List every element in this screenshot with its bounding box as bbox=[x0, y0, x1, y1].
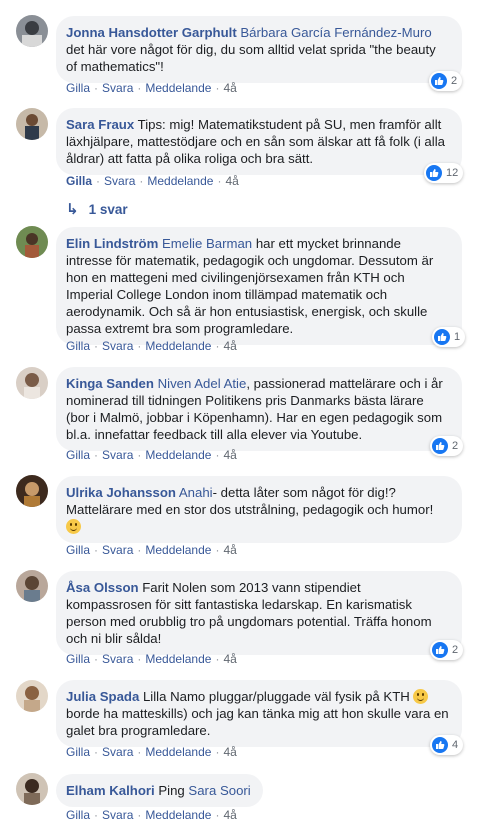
reaction-count[interactable]: 2 bbox=[429, 71, 463, 91]
reply-button[interactable]: Svara bbox=[102, 81, 133, 95]
comment-author[interactable]: Elin Lindström bbox=[66, 236, 158, 251]
comment-actions: Gilla · Svara · Meddelande · 4å bbox=[66, 81, 237, 95]
like-button[interactable]: Gilla bbox=[66, 652, 90, 666]
comment-bubble: Elin Lindström Emelie Barman har ett myc… bbox=[56, 227, 462, 345]
comment-bubble: Jonna Hansdotter Garphult Bárbara García… bbox=[56, 16, 462, 83]
like-reaction-icon bbox=[431, 73, 447, 89]
like-button[interactable]: Gilla bbox=[66, 174, 92, 188]
like-button[interactable]: Gilla bbox=[66, 339, 90, 353]
message-button[interactable]: Meddelande bbox=[145, 81, 211, 95]
view-replies-link[interactable]: ↳ 1 svar bbox=[66, 200, 128, 218]
comment-author[interactable]: Julia Spada bbox=[66, 689, 139, 704]
comment-author[interactable]: Ulrika Johansson bbox=[66, 485, 176, 500]
like-reaction-icon bbox=[432, 737, 448, 753]
avatar[interactable] bbox=[16, 367, 48, 399]
comment-actions: Gilla · Svara · Meddelande · 4å bbox=[66, 745, 237, 759]
comment-actions: Gilla · Svara · Meddelande · 4å bbox=[66, 652, 237, 666]
avatar[interactable] bbox=[16, 15, 48, 47]
comment-bubble: Julia Spada Lilla Namo pluggar/pluggade … bbox=[56, 680, 462, 747]
timestamp[interactable]: 4å bbox=[223, 652, 236, 666]
avatar[interactable] bbox=[16, 475, 48, 507]
like-button[interactable]: Gilla bbox=[66, 81, 90, 95]
avatar[interactable] bbox=[16, 108, 48, 140]
comment-bubble: Kinga Sanden Niven Adel Atie, passionera… bbox=[56, 367, 462, 451]
comment-actions: Gilla · Svara · Meddelande · 4å bbox=[66, 808, 237, 822]
message-button[interactable]: Meddelande bbox=[145, 448, 211, 462]
message-button[interactable]: Meddelande bbox=[145, 652, 211, 666]
timestamp[interactable]: 4å bbox=[223, 448, 236, 462]
comment-tag[interactable]: Emelie Barman bbox=[162, 236, 252, 251]
comment-bubble: Ulrika Johansson Anahi- detta låter som … bbox=[56, 476, 462, 543]
reply-button[interactable]: Svara bbox=[102, 652, 133, 666]
like-reaction-icon bbox=[426, 165, 442, 181]
comment-actions: Gilla · Svara · Meddelande · 4å bbox=[66, 448, 237, 462]
reply-button[interactable]: Svara bbox=[102, 808, 133, 822]
comment-text: det här vore något för dig, du som allti… bbox=[66, 42, 436, 74]
replies-label: 1 svar bbox=[88, 201, 128, 217]
avatar[interactable] bbox=[16, 570, 48, 602]
comment-author[interactable]: Kinga Sanden bbox=[66, 376, 154, 391]
like-button[interactable]: Gilla bbox=[66, 808, 90, 822]
comment-actions: Gilla · Svara · Meddelande · 4å bbox=[66, 339, 237, 353]
comment-tag[interactable]: Bárbara García Fernández-Muro bbox=[240, 25, 431, 40]
comment-bubble: Elham Kalhori Ping Sara Soori bbox=[56, 774, 263, 807]
avatar[interactable] bbox=[16, 226, 48, 258]
reaction-count[interactable]: 2 bbox=[430, 640, 464, 660]
reaction-count-value: 2 bbox=[452, 644, 459, 656]
comment-text: Ping bbox=[158, 783, 185, 798]
timestamp[interactable]: 4å bbox=[225, 174, 238, 188]
comment-tag[interactable]: Anahi bbox=[179, 485, 213, 500]
reply-button[interactable]: Svara bbox=[102, 339, 133, 353]
reply-button[interactable]: Svara bbox=[102, 448, 133, 462]
reaction-count-value: 4 bbox=[452, 739, 459, 751]
comment-author[interactable]: Sara Fraux bbox=[66, 117, 134, 132]
timestamp[interactable]: 4å bbox=[223, 543, 236, 557]
comment-bubble: Sara Fraux Tips: mig! Matematikstudent p… bbox=[56, 108, 462, 175]
comment-tag[interactable]: Niven Adel Atie bbox=[158, 376, 247, 391]
like-reaction-icon bbox=[432, 438, 448, 454]
reaction-count-value: 12 bbox=[446, 167, 459, 179]
comment-bubble: Åsa Olsson Farit Nolen som 2013 vann sti… bbox=[56, 571, 462, 655]
comment-author[interactable]: Jonna Hansdotter Garphult bbox=[66, 25, 237, 40]
comment-text-continued: borde ha matteskills) och jag kan tänka … bbox=[66, 706, 449, 738]
reply-button[interactable]: Svara bbox=[102, 745, 133, 759]
message-button[interactable]: Meddelande bbox=[145, 808, 211, 822]
like-reaction-icon bbox=[434, 329, 450, 345]
reaction-count-value: 1 bbox=[454, 331, 461, 343]
like-button[interactable]: Gilla bbox=[66, 745, 90, 759]
like-button[interactable]: Gilla bbox=[66, 543, 90, 557]
timestamp[interactable]: 4å bbox=[223, 81, 236, 95]
comment-text: har ett mycket brinnande intresse för ma… bbox=[66, 236, 434, 336]
comment-text: Lilla Namo pluggar/pluggade väl fysik på… bbox=[142, 689, 410, 704]
avatar[interactable] bbox=[16, 773, 48, 805]
like-button[interactable]: Gilla bbox=[66, 448, 90, 462]
reply-arrow-icon: ↳ bbox=[66, 201, 79, 218]
message-button[interactable]: Meddelande bbox=[147, 174, 213, 188]
like-reaction-icon bbox=[432, 642, 448, 658]
smile-emoji-icon bbox=[66, 519, 81, 534]
timestamp[interactable]: 4å bbox=[223, 339, 236, 353]
reaction-count[interactable]: 4 bbox=[430, 735, 464, 755]
comment-author[interactable]: Åsa Olsson bbox=[66, 580, 139, 595]
reply-button[interactable]: Svara bbox=[104, 174, 135, 188]
reaction-count[interactable]: 2 bbox=[430, 436, 464, 456]
avatar[interactable] bbox=[16, 680, 48, 712]
message-button[interactable]: Meddelande bbox=[145, 339, 211, 353]
message-button[interactable]: Meddelande bbox=[145, 543, 211, 557]
timestamp[interactable]: 4å bbox=[223, 745, 236, 759]
reaction-count[interactable]: 1 bbox=[432, 327, 466, 347]
comment-tag[interactable]: Sara Soori bbox=[188, 783, 250, 798]
reaction-count[interactable]: 12 bbox=[424, 163, 464, 183]
message-button[interactable]: Meddelande bbox=[145, 745, 211, 759]
reply-button[interactable]: Svara bbox=[102, 543, 133, 557]
comment-actions: Gilla · Svara · Meddelande · 4å bbox=[66, 174, 239, 188]
comment-author[interactable]: Elham Kalhori bbox=[66, 783, 155, 798]
smile-emoji-icon bbox=[413, 689, 429, 704]
timestamp[interactable]: 4å bbox=[223, 808, 236, 822]
reaction-count-value: 2 bbox=[452, 440, 459, 452]
comment-actions: Gilla · Svara · Meddelande · 4å bbox=[66, 543, 237, 557]
reaction-count-value: 2 bbox=[451, 75, 458, 87]
